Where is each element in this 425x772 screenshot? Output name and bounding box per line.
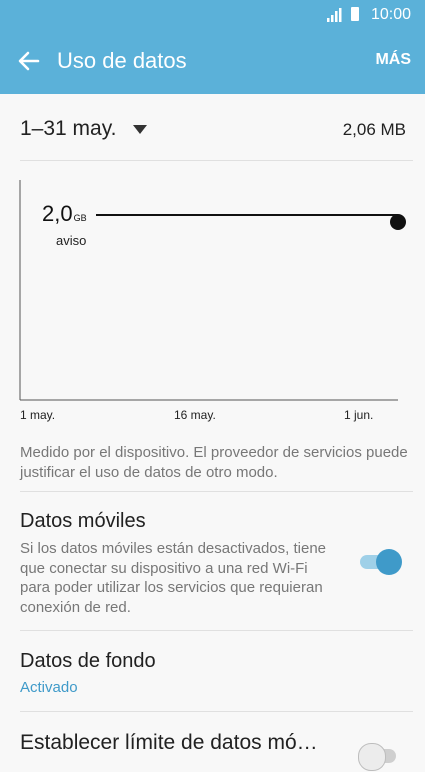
billing-cycle-row: 1–31 may. 2,06 MB xyxy=(0,95,425,161)
divider xyxy=(20,160,413,161)
data-limit-toggle[interactable] xyxy=(358,740,404,772)
status-time: 10:00 xyxy=(370,6,411,23)
warning-label: aviso xyxy=(56,233,87,248)
warning-value: 2,0GB xyxy=(42,201,87,226)
usage-chart: 2,0GB aviso 1 may. 16 may. 1 jun. xyxy=(0,175,425,430)
status-bar: 10:00 xyxy=(0,0,425,30)
x-tick-label: 1 may. xyxy=(20,408,56,422)
mobile-data-description: Si los datos móviles están desactivados,… xyxy=(20,540,326,616)
data-limit-title: Establecer límite de datos mó… xyxy=(20,731,318,754)
toggle-thumb xyxy=(376,549,402,575)
x-tick-label: 16 may. xyxy=(174,408,216,422)
mobile-data-toggle[interactable] xyxy=(358,546,404,578)
toggle-thumb xyxy=(358,743,386,771)
measurement-note: Medido por el dispositivo. El proveedor … xyxy=(20,444,408,481)
dropdown-caret-icon[interactable] xyxy=(133,125,147,134)
signal-icon xyxy=(327,8,342,22)
cycle-range-selector[interactable]: 1–31 may. xyxy=(20,117,117,141)
warning-unit: GB xyxy=(73,213,87,223)
background-data-status: Activado xyxy=(20,679,78,696)
background-data-title: Datos de fondo xyxy=(20,650,156,672)
battery-icon xyxy=(351,7,359,21)
back-arrow-icon[interactable] xyxy=(16,48,42,74)
data-usage-total: 2,06 MB xyxy=(342,120,406,139)
mobile-data-title: Datos móviles xyxy=(20,510,146,532)
app-bar: Uso de datos MÁS xyxy=(0,30,425,94)
more-button[interactable]: MÁS xyxy=(375,51,411,69)
page-title: Uso de datos xyxy=(57,48,187,73)
x-tick-label: 1 jun. xyxy=(344,408,374,422)
warning-handle xyxy=(390,214,406,230)
